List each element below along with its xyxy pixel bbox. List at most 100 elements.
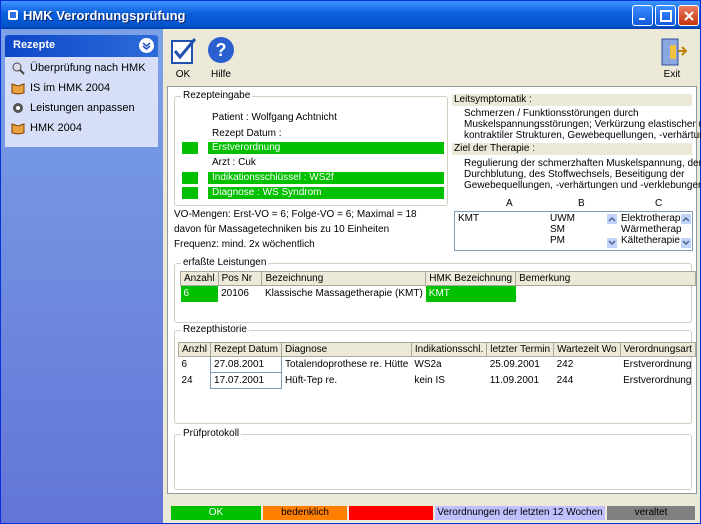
leitsymptomatik-line: Muskelspannungsstörungen; Verkürzung ela…	[464, 119, 701, 130]
therapieziel-line: Durchblutung, des Stoffwechsels, Beseiti…	[464, 169, 685, 180]
exit-label: Exit	[663, 69, 681, 80]
column-header[interactable]: Bemerkung	[515, 271, 696, 286]
anzahl-cell[interactable]: 6	[179, 357, 211, 373]
column-header[interactable]: Diagnose	[280, 342, 412, 357]
minimize-button[interactable]	[632, 5, 653, 26]
indikation-cell[interactable]: WS2a	[411, 357, 486, 373]
datum-cell[interactable]: 17.07.2001	[210, 372, 282, 389]
anzahl-cell[interactable]: 24	[179, 373, 211, 389]
leistungen-title: erfaßte Leistungen	[181, 257, 269, 268]
column-b-item[interactable]: UWM	[550, 213, 575, 224]
sidebar-item-label: Leistungen anpassen	[30, 102, 135, 114]
column-header[interactable]: Anzahl	[180, 271, 219, 286]
title-bar[interactable]: HMK Verordnungsprüfung	[1, 1, 700, 29]
close-button[interactable]	[678, 5, 699, 26]
wartezeit-cell[interactable]: 244	[554, 373, 620, 389]
content-panel: Rezepteingabe Patient : Wolfgang Achtnic…	[167, 86, 701, 494]
ok-button[interactable]: OK	[165, 35, 201, 81]
leitsymptomatik-line: kontraktiler Strukturen, Gewebequellunge…	[464, 130, 701, 141]
toolbar: OK ? Hilfe Exit	[163, 29, 700, 85]
gear-icon	[13, 103, 23, 113]
minimize-icon	[639, 18, 645, 20]
sidebar-panel: Überprüfung nach HMK IS im HMK 2004 Leis…	[5, 57, 158, 147]
anzahl-cell[interactable]: 6	[180, 285, 219, 302]
therapieziel-title: Ziel der Therapie :	[452, 143, 692, 155]
column-b-scroll-down[interactable]	[606, 237, 618, 249]
indikation-cell[interactable]: kein IS	[411, 373, 486, 389]
column-b-item[interactable]: PM	[550, 235, 575, 246]
column-c-item[interactable]: Wärmetherapi	[621, 224, 681, 235]
bezeichnung-cell[interactable]: Klassische Massagetherapie (KMT)	[262, 286, 426, 302]
column-c-item[interactable]: Elektrotherapi	[621, 213, 681, 224]
rezepteingabe-title: Rezepteingabe	[181, 90, 253, 101]
column-c-item[interactable]: Kältetherapie	[621, 235, 681, 246]
termin-cell[interactable]: 11.09.2001	[487, 373, 554, 389]
collapse-chevron-icon[interactable]	[139, 38, 154, 53]
column-header[interactable]: Rezept Datum	[210, 342, 282, 357]
column-a-value[interactable]: KMT	[458, 213, 479, 224]
column-a-header: A	[506, 198, 513, 209]
column-header[interactable]: Anzhl	[177, 342, 212, 357]
column-header[interactable]: HMK Bezeichnung	[425, 271, 517, 286]
column-c-list[interactable]: Elektrotherapi Wärmetherapi Kältetherapi…	[621, 213, 681, 246]
sidebar-item-ueberpruefung[interactable]: Überprüfung nach HMK	[9, 59, 155, 77]
column-header[interactable]: Wartezeit Wo	[553, 342, 621, 357]
table-row[interactable]: 6 20106 Klassische Massagetherapie (KMT)…	[180, 285, 696, 302]
help-label: Hilfe	[210, 69, 231, 80]
diagnose-cell[interactable]: Hüft-Tep re.	[281, 373, 411, 389]
diagnose-indicator	[182, 187, 198, 199]
historie-table: Anzhl Rezept Datum Diagnose Indikationss…	[177, 342, 697, 389]
leistungen-table: Anzahl Pos Nr Bezeichnung HMK Bezeichnun…	[180, 271, 696, 302]
app-window: HMK Verordnungsprüfung Rezepte Überprüfu…	[0, 0, 701, 524]
column-header[interactable]: Bezeichnung	[261, 271, 427, 286]
verordnung-field[interactable]: Erstverordnung	[208, 142, 444, 154]
diagnose-cell[interactable]: Totalendoprothese re. Hütte	[281, 357, 411, 373]
exit-door-icon	[661, 38, 688, 66]
legend-bedenklich: bedenklich	[263, 506, 347, 520]
sidebar-item-hmk-2004[interactable]: HMK 2004	[9, 119, 155, 137]
column-c-scroll-up[interactable]	[680, 213, 692, 225]
table-row[interactable]: 6 27.08.2001 Totalendoprothese re. Hütte…	[179, 356, 696, 373]
column-c-scroll-down[interactable]	[680, 237, 692, 249]
column-b-scroll-up[interactable]	[606, 213, 618, 225]
sidebar-item-is-hmk[interactable]: IS im HMK 2004	[9, 79, 155, 97]
posnr-cell[interactable]: 20106	[218, 286, 262, 302]
chevron-up-icon	[608, 216, 616, 222]
datum-cell[interactable]: 27.08.2001	[210, 356, 282, 373]
magnifier-icon	[12, 62, 25, 75]
wartezeit-cell[interactable]: 242	[554, 357, 620, 373]
column-b-list[interactable]: UWM SM PM	[550, 213, 575, 246]
leitsymptomatik-text: Schmerzen / Funktionsstörungen durch Mus…	[464, 108, 701, 141]
indikation-field[interactable]: Indikationsschlüssel : WS2f	[208, 172, 444, 184]
column-header[interactable]: Verordnungsart	[619, 342, 697, 357]
verordnung-indicator	[182, 142, 198, 154]
verordnungsart-cell[interactable]: Erstverordnung	[620, 357, 695, 373]
column-c-header: C	[655, 198, 663, 209]
column-header[interactable]: letzter Termin	[486, 342, 555, 357]
patient-field: Patient : Wolfgang Achtnicht	[212, 112, 337, 123]
diagnose-field[interactable]: Diagnose : WS Syndrom	[208, 187, 444, 199]
frequenz-text: Frequenz: mind. 2x wöchentlich	[174, 239, 315, 250]
therapieziel-line: Regulierung der schmerzhaften Muskelspan…	[464, 158, 701, 169]
bemerkung-cell[interactable]	[516, 286, 696, 302]
verordnungsart-cell[interactable]: Erstverordnung	[620, 373, 695, 389]
column-b-item[interactable]: SM	[550, 224, 575, 235]
legend-veraltet: veraltet	[607, 506, 695, 520]
close-icon	[684, 11, 694, 21]
column-header[interactable]: Indikationsschl.	[410, 342, 488, 357]
termin-cell[interactable]: 25.09.2001	[487, 357, 554, 373]
exit-button[interactable]: Exit	[654, 35, 690, 81]
leitsymptomatik-title: Leitsymptomatik :	[452, 94, 692, 106]
sidebar-header[interactable]: Rezepte	[5, 35, 158, 57]
book-icon	[11, 83, 25, 95]
help-button[interactable]: ? Hilfe	[203, 35, 239, 81]
maximize-button[interactable]	[655, 5, 676, 26]
chevron-down-icon	[608, 240, 616, 246]
table-row[interactable]: 24 17.07.2001 Hüft-Tep re. kein IS 11.09…	[179, 372, 696, 389]
sidebar-item-label: IS im HMK 2004	[30, 82, 111, 94]
hmk-bezeichnung-cell[interactable]: KMT	[425, 285, 516, 302]
column-header[interactable]: Pos Nr	[217, 271, 263, 286]
historie-title: Rezepthistorie	[181, 324, 249, 335]
sidebar-item-leistungen[interactable]: Leistungen anpassen	[9, 99, 155, 117]
app-icon	[8, 10, 18, 20]
